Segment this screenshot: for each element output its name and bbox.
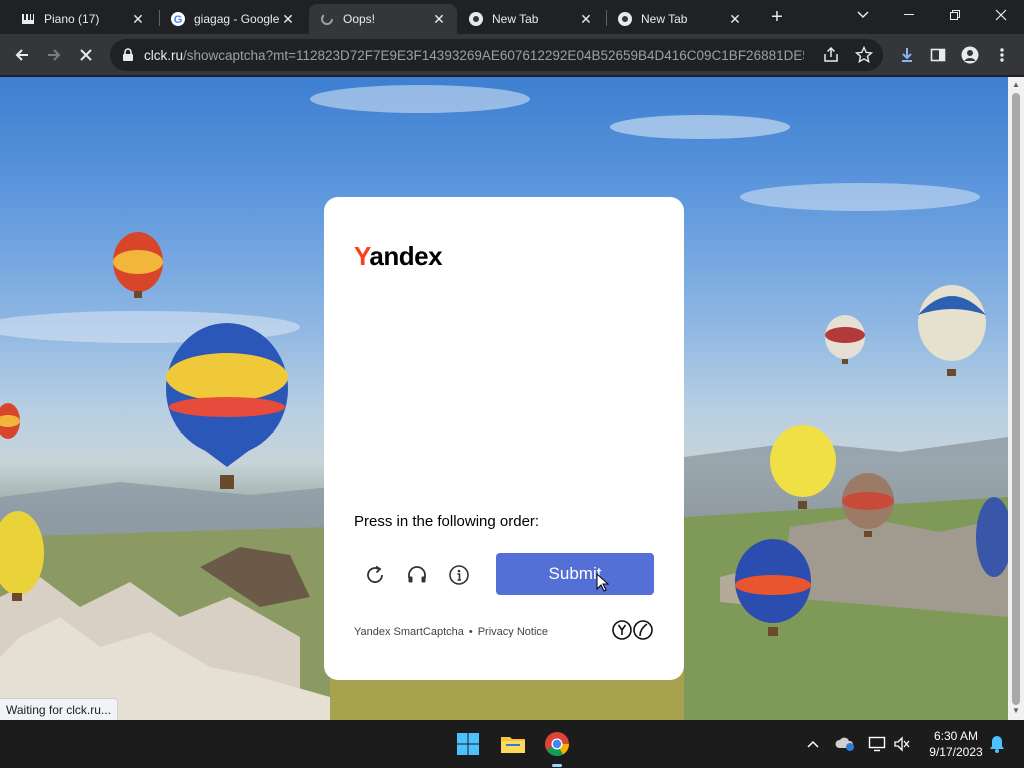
refresh-icon — [367, 565, 383, 583]
tab-label: New Tab — [641, 12, 688, 26]
system-clock[interactable]: 6:30 AM 9/17/2023 — [916, 728, 996, 760]
side-panel-icon — [930, 48, 946, 62]
google-icon: G — [170, 11, 186, 27]
chrome-taskbar-button[interactable] — [541, 728, 573, 767]
arrow-right-icon — [48, 49, 61, 61]
clock-time: 6:30 AM — [933, 729, 979, 743]
url-path: /showcaptcha?mt=112823D72F7E9E3F14393269… — [183, 47, 804, 63]
display-tray-icon[interactable] — [866, 734, 888, 754]
balloon — [918, 285, 986, 376]
back-button[interactable] — [8, 41, 36, 69]
volume-muted-icon[interactable] — [891, 734, 913, 754]
scroll-up-icon[interactable]: ▲ — [1012, 81, 1020, 89]
tab-search-button[interactable] — [840, 0, 886, 30]
share-icon[interactable] — [822, 46, 840, 69]
close-icon[interactable]: ✕ — [130, 11, 146, 27]
arrow-left-icon — [15, 49, 28, 61]
restore-button[interactable] — [932, 0, 978, 30]
loading-icon — [319, 11, 335, 27]
audio-captcha-button[interactable] — [403, 561, 431, 589]
lock-icon[interactable] — [120, 47, 136, 63]
chevron-up-icon — [807, 740, 819, 748]
minimize-icon — [904, 14, 914, 15]
close-icon — [995, 9, 1007, 21]
browser-titlebar: Piano (17) ✕ G giagag - Google ✕ Oops! ✕… — [0, 0, 1024, 34]
balloon — [113, 232, 163, 298]
chrome-icon — [617, 11, 633, 27]
onedrive-tray-icon[interactable] — [834, 734, 856, 754]
yandex-cloud-mark-icon — [612, 620, 653, 640]
folder-icon — [501, 737, 525, 753]
captcha-instruction: Press in the following order: — [354, 513, 540, 530]
new-tab-button[interactable]: + — [766, 6, 788, 28]
menu-button[interactable] — [988, 41, 1016, 69]
headphones-icon — [408, 566, 426, 583]
close-icon[interactable]: ✕ — [431, 11, 447, 27]
vertical-scrollbar[interactable]: ▲ ▼ — [1008, 77, 1024, 720]
captcha-card: Yandex Press in the following order: Sub… — [324, 197, 684, 680]
url-text: clck.ru/showcaptcha?mt=112823D72F7E9E3F1… — [144, 48, 804, 63]
minimize-button[interactable] — [886, 0, 932, 30]
active-app-indicator — [552, 764, 562, 767]
captcha-footer: Yandex SmartCaptcha • Privacy Notice — [354, 626, 548, 638]
tab-label: Oops! — [343, 12, 376, 26]
stop-loading-button[interactable] — [72, 41, 100, 69]
tab-label: giagag - Google — [194, 12, 280, 26]
logo-rest: andex — [369, 241, 443, 271]
submit-button[interactable]: Submit — [496, 553, 654, 595]
yandex-logo: Yandex — [354, 241, 443, 272]
tab-label: New Tab — [492, 12, 539, 26]
url-host: clck.ru — [144, 47, 184, 63]
balloon — [825, 315, 865, 364]
status-bubble: Waiting for clck.ru... — [0, 698, 118, 720]
close-icon[interactable]: ✕ — [280, 11, 296, 27]
tab-new-2[interactable]: New Tab ✕ — [607, 4, 753, 34]
close-icon — [80, 49, 92, 61]
tab-piano[interactable]: Piano (17) ✕ — [10, 4, 156, 34]
privacy-notice-link[interactable]: Privacy Notice — [478, 626, 548, 638]
clock-date: 9/17/2023 — [929, 745, 983, 759]
profile-button[interactable] — [956, 41, 984, 69]
profile-icon — [961, 46, 979, 64]
chevron-down-icon — [857, 11, 869, 19]
refresh-button[interactable] — [361, 561, 389, 589]
file-explorer-button[interactable] — [497, 728, 529, 760]
downloads-button[interactable] — [893, 41, 921, 69]
close-icon[interactable]: ✕ — [727, 11, 743, 27]
chrome-icon — [468, 11, 484, 27]
kebab-menu-icon — [1000, 48, 1004, 62]
scroll-down-icon[interactable]: ▼ — [1012, 707, 1020, 715]
windows-taskbar: 6:30 AM 9/17/2023 — [0, 720, 1024, 768]
tab-label: Piano (17) — [44, 12, 100, 26]
balloon — [0, 403, 20, 439]
close-window-button[interactable] — [978, 0, 1024, 30]
close-icon[interactable]: ✕ — [578, 11, 594, 27]
svg-text:G: G — [174, 14, 183, 26]
balloon — [166, 323, 288, 489]
tab-google[interactable]: G giagag - Google ✕ — [160, 4, 306, 34]
chrome-icon — [545, 732, 569, 757]
show-hidden-icons-button[interactable] — [802, 734, 824, 754]
download-icon — [902, 48, 912, 62]
scrollbar-thumb[interactable] — [1012, 93, 1020, 705]
notification-bell-icon[interactable] — [986, 734, 1008, 754]
start-button[interactable] — [452, 728, 484, 760]
bookmark-star-icon[interactable] — [854, 45, 874, 69]
smartcaptcha-link[interactable]: Yandex SmartCaptcha — [354, 626, 464, 638]
address-bar[interactable]: clck.ru/showcaptcha?mt=112823D72F7E9E3F1… — [110, 39, 883, 71]
restore-icon — [950, 10, 960, 20]
forward-button[interactable] — [40, 41, 68, 69]
cursor-icon — [596, 573, 610, 592]
info-button[interactable] — [445, 561, 473, 589]
tab-oops[interactable]: Oops! ✕ — [309, 4, 457, 34]
tab-new-1[interactable]: New Tab ✕ — [458, 4, 604, 34]
piano-tab-icon — [20, 11, 36, 27]
side-panel-button[interactable] — [924, 41, 952, 69]
info-icon — [449, 565, 469, 585]
logo-letter: Y — [354, 241, 370, 271]
browser-toolbar: clck.ru/showcaptcha?mt=112823D72F7E9E3F1… — [0, 34, 1024, 76]
page-viewport: Yandex Press in the following order: Sub… — [0, 77, 1008, 720]
footer-separator: • — [468, 626, 473, 638]
windows-logo-icon — [457, 733, 479, 755]
